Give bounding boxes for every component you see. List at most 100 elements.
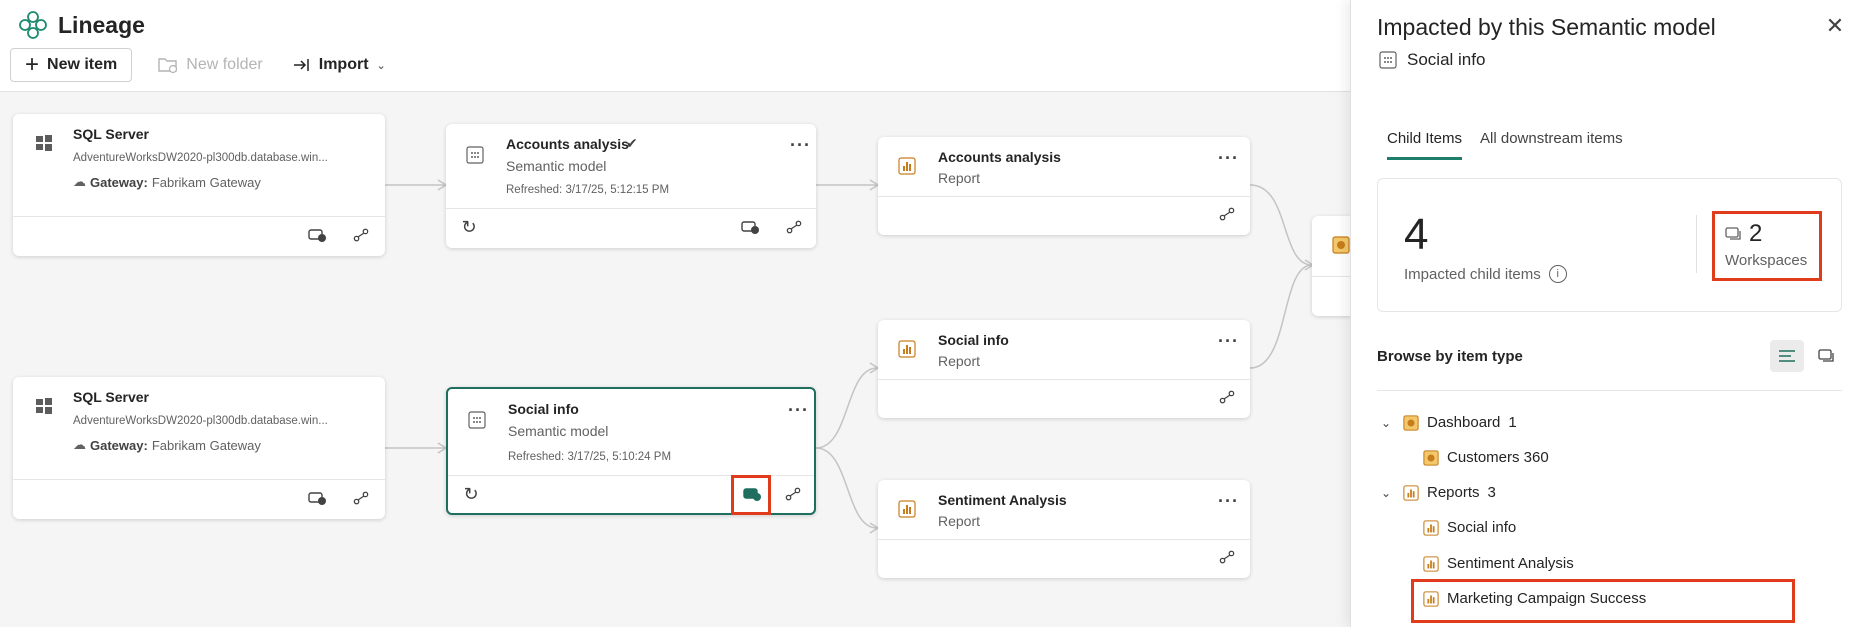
node-sql-server-1[interactable]: SQL Server AdventureWorksDW2020-pl300db.… [13, 114, 385, 256]
list-view-button[interactable] [1770, 340, 1804, 372]
report-icon [898, 340, 916, 358]
lineage-icon[interactable] [350, 487, 372, 509]
refresh-icon[interactable]: ↻ [458, 216, 480, 238]
marketing-campaign-highlight [1411, 579, 1795, 623]
new-item-label: New item [47, 56, 118, 73]
view-toggle [1770, 340, 1844, 372]
semantic-model-icon [468, 411, 486, 429]
info-icon[interactable]: i [1548, 265, 1567, 283]
lineage-icon[interactable] [1216, 546, 1238, 568]
tab-child-items[interactable]: Child Items [1387, 130, 1463, 160]
report-icon [1423, 519, 1439, 536]
stat-divider [1696, 215, 1697, 273]
tree-item-sentiment-analysis[interactable]: Sentiment Analysis [1423, 555, 1574, 572]
node-report-accounts[interactable]: Accounts analysis Report ··· [878, 137, 1250, 235]
windows-icon [36, 135, 52, 151]
impact-analysis-icon[interactable] [307, 224, 329, 246]
cloud-icon: ☁ [73, 437, 86, 452]
new-folder-label: New folder [186, 56, 263, 73]
node-type: Report [938, 513, 981, 529]
card-divider [446, 208, 816, 209]
report-icon [898, 157, 916, 175]
tree-group-label: Dashboard [1427, 414, 1501, 431]
node-report-social[interactable]: Social info Report ··· [878, 320, 1250, 418]
import-label: Import [318, 56, 369, 73]
node-sql-server-2[interactable]: SQL Server AdventureWorksDW2020-pl300db.… [13, 377, 385, 519]
node-title: Social info [938, 332, 1009, 348]
lineage-icon[interactable] [1216, 203, 1238, 225]
workspaces-highlight[interactable]: 2 Workspaces [1712, 211, 1822, 281]
header-bar: Lineage + New item New folder Import ⌄ [0, 0, 1350, 92]
lineage-icon[interactable] [1216, 386, 1238, 408]
card-divider [878, 196, 1250, 197]
node-type: Report [938, 170, 981, 186]
impact-summary-card: 4 Impacted child items i 2 Workspaces [1377, 178, 1842, 312]
more-options-icon[interactable]: ··· [1218, 149, 1239, 167]
workspace-view-button[interactable] [1810, 340, 1844, 372]
card-divider [13, 479, 385, 480]
node-semantic-model-accounts[interactable]: Accounts analysis ✔︎ Semantic model Refr… [446, 124, 816, 248]
tree-item-customers-360[interactable]: Customers 360 [1423, 449, 1549, 466]
chevron-down-icon: ⌄ [1381, 485, 1392, 500]
more-options-icon[interactable]: ··· [790, 136, 811, 154]
workspaces-label: Workspaces [1725, 252, 1808, 269]
tree-item-label: Sentiment Analysis [1447, 555, 1574, 572]
panel-subject-label: Social info [1407, 50, 1486, 69]
tree-item-social-info[interactable]: Social info [1423, 519, 1516, 536]
node-title: Accounts analysis [506, 136, 629, 152]
impacted-label: Impacted child items [1404, 265, 1541, 283]
close-icon[interactable]: ✕ [1825, 15, 1845, 37]
new-folder-button[interactable]: New folder [146, 48, 274, 82]
gateway-row: ☁ Gateway: Fabrikam Gateway [73, 437, 261, 453]
more-options-icon[interactable]: ··· [1218, 332, 1239, 350]
import-button[interactable]: Import ⌄ [289, 48, 390, 82]
report-icon [1403, 484, 1419, 501]
report-icon [898, 500, 916, 518]
workspaces-count-row: 2 [1725, 220, 1762, 248]
server-name: AdventureWorksDW2020-pl300db.database.wi… [73, 152, 328, 164]
tree-group-count: 3 [1487, 484, 1496, 501]
tab-all-downstream-items[interactable]: All downstream items [1480, 130, 1623, 160]
windows-icon [36, 398, 52, 414]
gateway-value: Fabrikam Gateway [151, 437, 261, 453]
new-item-button[interactable]: + New item [10, 48, 133, 82]
refresh-icon[interactable]: ↻ [460, 483, 482, 505]
refreshed-time: Refreshed: 3/17/25, 5:12:15 PM [506, 184, 670, 196]
node-title: Accounts analysis [938, 149, 1061, 165]
dashboard-icon [1423, 449, 1439, 466]
cloud-icon: ☁ [73, 174, 86, 189]
folder-add-icon [158, 58, 178, 74]
gateway-row: ☁ Gateway: Fabrikam Gateway [73, 174, 261, 190]
more-options-icon[interactable]: ··· [788, 401, 809, 419]
node-title: Sentiment Analysis [938, 492, 1067, 508]
panel-divider [1377, 390, 1842, 391]
tree-item-label: Social info [1447, 519, 1517, 536]
semantic-model-icon [1379, 51, 1397, 69]
more-options-icon[interactable]: ··· [1218, 492, 1239, 510]
impact-analysis-icon[interactable] [307, 487, 329, 509]
lineage-icon[interactable] [350, 224, 372, 246]
node-type: Semantic model [506, 158, 607, 174]
page-title: Lineage [58, 11, 145, 38]
panel-tabs: Child Items All downstream items [1387, 130, 1623, 160]
node-report-sentiment[interactable]: Sentiment Analysis Report ··· [878, 480, 1250, 578]
panel-title: Impacted by this Semantic model [1377, 14, 1716, 40]
lineage-icon[interactable] [783, 216, 805, 238]
node-semantic-model-social[interactable]: Social info Semantic model Refreshed: 3/… [446, 387, 816, 515]
node-type: Semantic model [508, 423, 609, 439]
refreshed-time: Refreshed: 3/17/25, 5:10:24 PM [508, 451, 672, 463]
chevron-down-icon: ⌄ [1381, 415, 1392, 430]
impacted-count: 4 [1404, 210, 1429, 259]
tree-group-reports[interactable]: ⌄ Reports 3 [1381, 484, 1496, 501]
impacted-label-row: Impacted child items i [1404, 265, 1567, 283]
lineage-logo-icon [19, 11, 47, 39]
gateway-label: Gateway: [90, 437, 148, 453]
impact-analysis-panel: Impacted by this Semantic model ✕ Social… [1350, 0, 1867, 627]
panel-subject: Social info [1379, 50, 1485, 70]
browse-by-type-label: Browse by item type [1377, 348, 1523, 365]
tree-group-dashboard[interactable]: ⌄ Dashboard 1 [1381, 414, 1517, 431]
lineage-icon[interactable] [782, 483, 804, 505]
list-icon [1779, 350, 1795, 362]
dashboard-icon [1332, 236, 1350, 254]
impact-analysis-icon[interactable] [740, 216, 762, 238]
